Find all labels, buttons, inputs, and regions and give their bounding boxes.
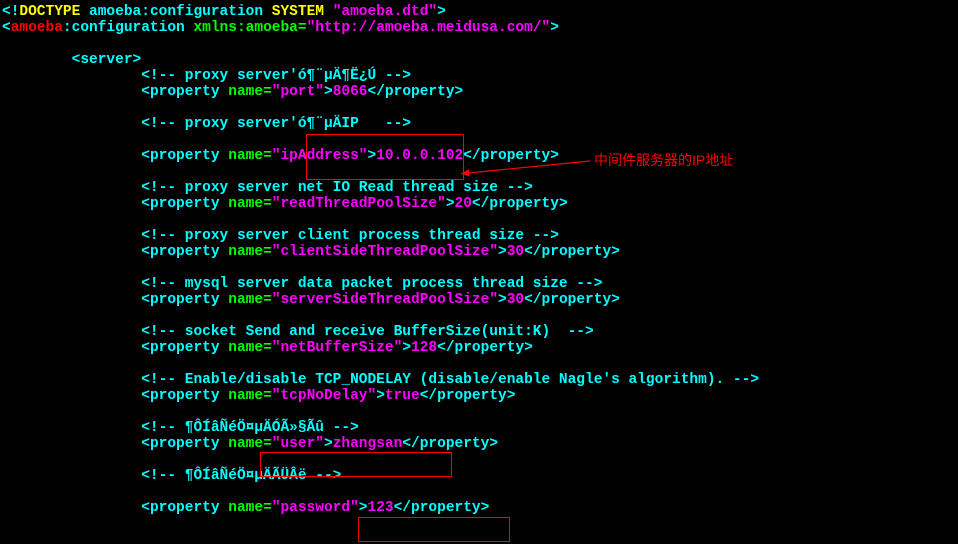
blank: [2, 164, 958, 180]
doctype-line: <!DOCTYPE amoeba:configuration SYSTEM "a…: [2, 4, 958, 20]
blank: [2, 356, 958, 372]
root-elem-open: <amoeba:configuration xmlns:amoeba="http…: [2, 20, 958, 36]
blank: [2, 404, 958, 420]
blank: [2, 132, 958, 148]
prop-buf: <property name="netBufferSize">128</prop…: [2, 340, 958, 356]
comment-user: <!-- ¶ÔÍâÑéÖ¤µÄÓÃ»§Ãû -->: [2, 420, 958, 436]
highlight-box-pass: [358, 517, 510, 542]
server-open: <server>: [2, 52, 958, 68]
prop-port: <property name="port">8066</property>: [2, 84, 958, 100]
prop-read: <property name="readThreadPoolSize">20</…: [2, 196, 958, 212]
value-user: zhangsan: [333, 436, 403, 452]
comment-ip: <!-- proxy server'ó¶¨µÄIP -->: [2, 116, 958, 132]
comment-client: <!-- proxy server client process thread …: [2, 228, 958, 244]
blank: [2, 308, 958, 324]
blank: [2, 212, 958, 228]
annotation-ip: 中间件服务器的IP地址: [594, 152, 733, 168]
blank: [2, 36, 958, 52]
value-srv: 30: [507, 292, 524, 308]
blank: [2, 260, 958, 276]
blank: [2, 100, 958, 116]
value-pass: 123: [368, 500, 394, 516]
blank: [2, 484, 958, 500]
value-port: 8066: [333, 84, 368, 100]
comment-port: <!-- proxy server'ó¶¨µÄ¶Ë¿Ú -->: [2, 68, 958, 84]
comment-server: <!-- mysql server data packet process th…: [2, 276, 958, 292]
blank: [2, 452, 958, 468]
value-ip: 10.0.0.102: [376, 148, 463, 164]
comment-socket: <!-- socket Send and receive BufferSize(…: [2, 324, 958, 340]
comment-read: <!-- proxy server net IO Read thread siz…: [2, 180, 958, 196]
comment-pass: <!-- ¶ÔÍâÑéÖ¤µÄÃÜÂë -->: [2, 468, 958, 484]
prop-server: <property name="serverSideThreadPoolSize…: [2, 292, 958, 308]
value-client: 30: [507, 244, 524, 260]
value-read: 20: [455, 196, 472, 212]
comment-nagle: <!-- Enable/disable TCP_NODELAY (disable…: [2, 372, 958, 388]
value-buf: 128: [411, 340, 437, 356]
prop-ip: <property name="ipAddress">10.0.0.102</p…: [2, 148, 958, 164]
prop-pass: <property name="password">123</property>: [2, 500, 958, 516]
prop-client: <property name="clientSideThreadPoolSize…: [2, 244, 958, 260]
prop-user: <property name="user">zhangsan</property…: [2, 436, 958, 452]
value-nodelay: true: [385, 388, 420, 404]
prop-nodelay: <property name="tcpNoDelay">true</proper…: [2, 388, 958, 404]
